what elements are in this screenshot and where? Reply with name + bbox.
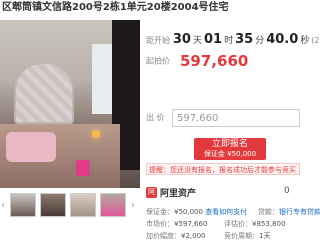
signup-notice: 提醒：您还没有报名，报名成功后才能参与竞买 <box>146 163 300 175</box>
deposit-label: 保证金： <box>146 208 174 216</box>
market-price-label: 市场价： <box>146 220 174 228</box>
start-price-row: 起拍价 597,660 <box>146 52 248 70</box>
thumb-next-icon[interactable]: › <box>130 200 136 211</box>
deposit-help-link[interactable]: 查看如何支付 <box>205 208 247 216</box>
increment-value: ¥2,000 <box>181 232 206 240</box>
countdown-minutes-unit: 分 <box>255 36 265 46</box>
signup-button[interactable]: 立即报名 保证金 ¥50,000 <box>194 138 266 160</box>
countdown-days-unit: 天 <box>192 36 202 46</box>
photo-quilt <box>6 132 56 162</box>
thumbnail[interactable] <box>10 193 36 217</box>
thumbnail[interactable] <box>40 193 66 217</box>
assess-price-value: ¥853,800 <box>252 220 286 228</box>
thumbnail[interactable] <box>70 193 96 217</box>
countdown-seconds-unit: 秒 <box>300 36 310 46</box>
asset-count: 0 <box>284 186 290 196</box>
main-photo[interactable] <box>0 20 140 188</box>
photo-window <box>92 44 114 114</box>
countdown-hours: 01 <box>203 32 223 47</box>
countdown-year: (2020 <box>311 36 320 45</box>
countdown-label: 距开始 <box>146 36 170 45</box>
countdown-seconds: 40.0 <box>266 32 299 47</box>
market-price-value: ¥597,660 <box>174 220 208 228</box>
start-price-label: 起拍价 <box>146 56 170 66</box>
deposit-value: ¥50,000 <box>174 208 203 216</box>
countdown-minutes: 35 <box>235 32 254 47</box>
signup-button-label: 立即报名 <box>211 139 248 149</box>
increment-label: 加价幅度： <box>146 232 181 240</box>
thumb-prev-icon[interactable]: ‹ <box>0 200 6 211</box>
period-value: 1天 <box>259 232 271 240</box>
period-label: 竞价周期： <box>224 232 259 240</box>
page-title: 区郫筒镇文信路200号2栋1单元20楼2004号住宅 <box>2 2 229 13</box>
photo-stool <box>76 160 90 176</box>
loan-label: 贷款： <box>258 208 279 216</box>
info-row-deposit: 保证金：¥50,000 查看如何支付 贷款：银行专有贷款 <box>146 207 320 217</box>
bid-label: 出 价 <box>146 113 165 122</box>
countdown: 距开始 30天01时35分40.0秒(2020 <box>146 32 320 47</box>
bid-row: 出 价 <box>146 112 165 123</box>
countdown-hours-unit: 时 <box>224 36 234 46</box>
ali-assets-logo-icon: 阿 <box>146 187 157 198</box>
bid-input[interactable]: 597,660 <box>172 109 300 127</box>
countdown-days: 30 <box>172 32 191 47</box>
auction-panel: 距开始 30天01时35分40.0秒(2020 起拍价 597,660 出 价 5… <box>146 26 320 240</box>
asset-row: 阿 阿里资产 0 <box>146 186 300 199</box>
info-row-price: 市场价：¥597,660 评估价：¥853,800 <box>146 219 300 229</box>
photo-headboard <box>14 62 74 124</box>
thumbnail[interactable] <box>100 193 126 217</box>
start-price-value: 597,660 <box>180 52 249 70</box>
photo-lamp <box>92 130 100 138</box>
signup-button-deposit: 保证金 ¥50,000 <box>203 150 257 158</box>
assess-price-label: 评估价： <box>224 220 252 228</box>
asset-name[interactable]: 阿里资产 <box>160 186 196 199</box>
thumbnail-strip: ‹ › <box>0 192 150 218</box>
loan-link[interactable]: 银行专有贷款 <box>279 208 320 216</box>
